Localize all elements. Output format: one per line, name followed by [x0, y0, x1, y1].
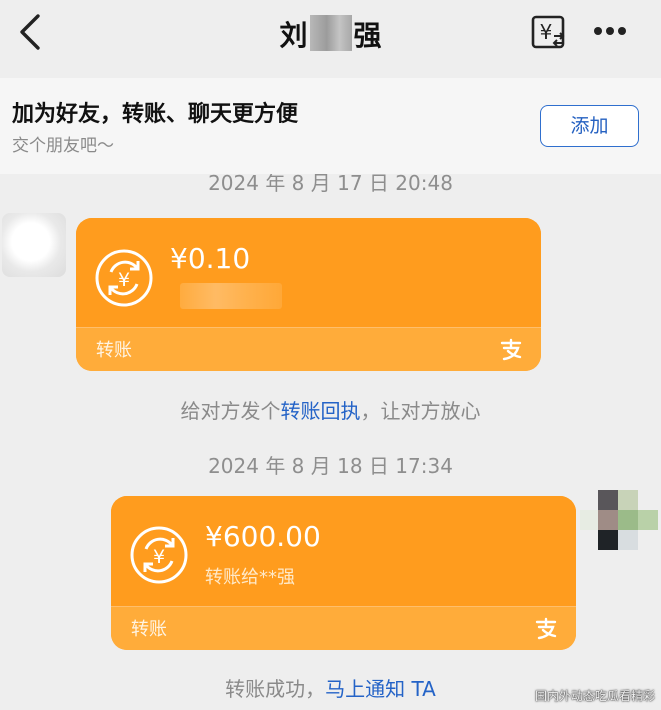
- received-card-footer-label: 转账: [96, 340, 132, 361]
- svg-text:¥: ¥: [118, 269, 130, 291]
- notify-recipient-link[interactable]: 马上通知 TA: [325, 677, 436, 701]
- alipay-icon: [535, 617, 557, 640]
- blurred-name-mosaic: [309, 15, 352, 51]
- self-avatar[interactable]: [580, 490, 660, 554]
- success-notice-prefix: 转账成功，: [225, 677, 326, 701]
- timestamp-top: 2024 年 8 月 17 日 20:48: [0, 174, 661, 194]
- sent-amount: ¥600.00: [205, 520, 321, 553]
- receipt-notice: 给对方发个转账回执，让对方放心: [0, 395, 661, 424]
- more-dots-icon[interactable]: [590, 20, 630, 42]
- svg-text:¥: ¥: [153, 546, 165, 568]
- received-amount: ¥0.10: [170, 242, 251, 275]
- add-friend-title: 加为好友，转账、聊天更方便: [12, 102, 299, 127]
- chat-title-left: 刘: [279, 19, 308, 52]
- timestamp-top-text: 2024 年 8 月 17 日 20:48: [208, 174, 453, 194]
- chat-title-right: 强: [353, 19, 382, 52]
- received-transfer-card[interactable]: ¥ ¥0.10 转账: [76, 218, 541, 371]
- sent-card-footer-label: 转账: [131, 619, 167, 640]
- add-friend-button[interactable]: 添加: [540, 105, 639, 147]
- receipt-notice-prefix: 给对方发个: [180, 399, 281, 423]
- alipay-icon: [500, 338, 522, 361]
- sent-card-footer: 转账: [111, 606, 576, 650]
- sent-recipient: 转账给**强: [205, 567, 295, 588]
- transfer-receipt-link[interactable]: 转账回执: [281, 399, 361, 423]
- transfer-coin-icon: ¥: [130, 526, 188, 584]
- watermark: 国内外动态吃瓜看精彩: [534, 689, 655, 703]
- sent-transfer-card[interactable]: ¥ ¥600.00 转账给**强 转账: [111, 496, 576, 650]
- blurred-remark: [180, 283, 282, 309]
- sender-avatar[interactable]: [2, 213, 66, 277]
- receipt-notice-suffix: ，让对方放心: [360, 399, 481, 423]
- timestamp-second: 2024 年 8 月 18 日 17:34: [208, 454, 453, 478]
- transfer-coin-icon: ¥: [95, 249, 153, 307]
- add-friend-subtitle: 交个朋友吧～: [12, 136, 114, 156]
- received-card-footer: 转账: [76, 327, 541, 371]
- svg-text:¥: ¥: [540, 20, 553, 44]
- yuan-transfer-icon[interactable]: ¥: [530, 14, 568, 50]
